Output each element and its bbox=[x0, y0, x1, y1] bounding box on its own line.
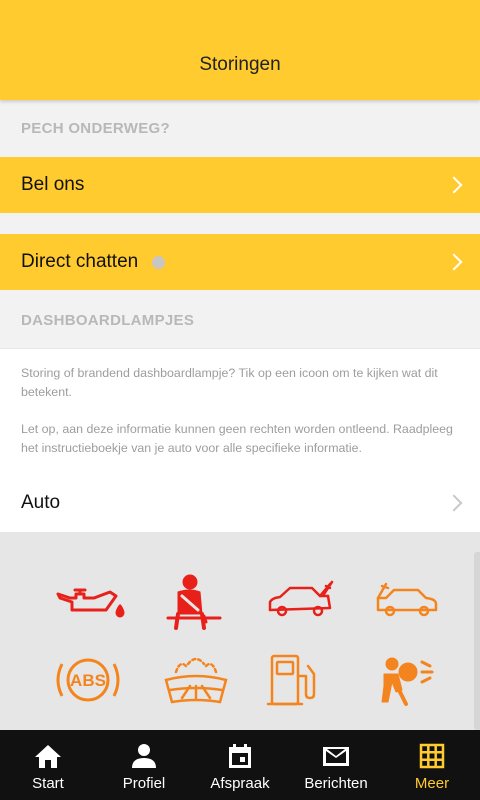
dashboard-info: Storing of brandend dashboardlampje? Tik… bbox=[0, 348, 480, 474]
nav-label-afspraak: Afspraak bbox=[210, 775, 270, 792]
nav-item-meer[interactable]: Meer bbox=[384, 730, 480, 800]
call-us-label: Bel ons bbox=[21, 174, 85, 195]
chat-status-dot bbox=[152, 255, 166, 269]
nav-item-start[interactable]: Start bbox=[0, 730, 96, 800]
nav-label-berichten: Berichten bbox=[304, 775, 368, 792]
home-icon bbox=[35, 745, 61, 768]
call-us-row[interactable]: Bel ons bbox=[0, 157, 480, 213]
chevron-right-icon bbox=[445, 253, 463, 271]
washer-fluid-icon[interactable] bbox=[156, 650, 236, 710]
abs-icon[interactable]: ABS bbox=[48, 650, 128, 710]
oil-pressure-icon[interactable] bbox=[50, 570, 130, 630]
nav-label-meer: Meer bbox=[414, 775, 450, 792]
fuel-icon[interactable] bbox=[264, 650, 344, 710]
person-icon bbox=[132, 744, 156, 768]
calendar-icon bbox=[229, 744, 251, 768]
hood-open-icon[interactable] bbox=[372, 570, 452, 630]
nav-label-profiel: Profiel bbox=[122, 775, 166, 792]
abs-icon-text: ABS bbox=[70, 671, 106, 690]
chevron-right-icon bbox=[445, 176, 463, 194]
section-title-pech: PECH ONDERWEG? bbox=[21, 119, 170, 137]
scrollbar[interactable] bbox=[474, 552, 480, 730]
section-title-dashboard: DASHBOARDLAMPJES bbox=[21, 311, 195, 329]
seatbelt-icon[interactable] bbox=[152, 570, 232, 630]
section-header-dashboard: DASHBOARDLAMPJES bbox=[0, 292, 480, 348]
nav-item-berichten[interactable]: Berichten bbox=[288, 730, 384, 800]
auto-category-label: Auto bbox=[21, 492, 61, 513]
info-text-1: Storing of brandend dashboardlampje? Tik… bbox=[21, 366, 438, 399]
page-title: Storingen bbox=[199, 54, 281, 75]
warning-icons-grid: ABS bbox=[0, 532, 480, 730]
airbag-icon[interactable] bbox=[372, 650, 452, 710]
chevron-right-icon bbox=[445, 494, 463, 512]
trunk-open-icon[interactable] bbox=[264, 570, 344, 630]
direct-chat-label: Direct chatten bbox=[21, 251, 139, 272]
auto-category-row[interactable]: Auto bbox=[0, 474, 480, 532]
nav-item-afspraak[interactable]: Afspraak bbox=[192, 730, 288, 800]
bottom-navigation: Start Profiel Afspraak Berichten Meer bbox=[0, 730, 480, 800]
top-bar: Storingen bbox=[0, 0, 480, 100]
nav-item-profiel[interactable]: Profiel bbox=[96, 730, 192, 800]
nav-label-start: Start bbox=[32, 775, 64, 792]
info-text-2: Let op, aan deze informatie kunnen geen … bbox=[21, 422, 453, 455]
direct-chat-row[interactable]: Direct chatten bbox=[0, 234, 480, 290]
grid-icon bbox=[419, 743, 445, 769]
section-header-pech: PECH ONDERWEG? bbox=[0, 100, 480, 156]
mail-icon bbox=[323, 747, 349, 766]
